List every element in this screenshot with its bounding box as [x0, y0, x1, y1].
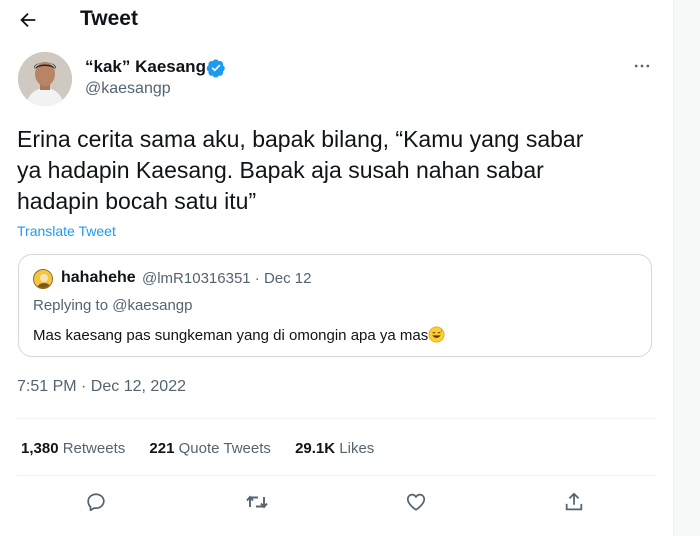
- share-button[interactable]: [561, 489, 587, 515]
- verified-badge-icon: [206, 59, 225, 78]
- like-icon: [406, 493, 426, 511]
- share-icon: [565, 492, 583, 511]
- author-display-name[interactable]: “kak” Kaesang: [85, 57, 206, 77]
- quote-tweets-label: Quote Tweets: [178, 440, 271, 457]
- engagement-stats: 1,380 Retweets 221 Quote Tweets 29.1K Li…: [21, 440, 394, 457]
- retweet-button[interactable]: [244, 489, 270, 515]
- retweets-label: Retweets: [62, 440, 126, 457]
- quote-tweets-count: 221: [149, 440, 175, 457]
- quoted-avatar-image: [34, 270, 52, 288]
- divider: [17, 418, 656, 419]
- more-icon: [634, 64, 650, 68]
- reply-icon: [87, 493, 105, 512]
- divider: [17, 475, 656, 476]
- quoted-tweet[interactable]: hahahehe @lmR10316351 · Dec 12 Replying …: [18, 254, 652, 357]
- sweat-smile-emoji: [428, 326, 445, 343]
- like-button[interactable]: [403, 489, 429, 515]
- tweet-timestamp[interactable]: 7:51 PM · Dec 12, 2022: [17, 378, 186, 396]
- author-avatar[interactable]: [18, 52, 72, 106]
- tweet-header: Tweet: [0, 0, 673, 40]
- tweet-text: Erina cerita sama aku, bapak bilang, “Ka…: [17, 126, 584, 214]
- quoted-avatar: [33, 269, 53, 289]
- likes-label: Likes: [339, 440, 375, 457]
- avatar-photo: [18, 52, 72, 106]
- retweets-count: 1,380: [21, 440, 59, 457]
- back-arrow-icon: [20, 12, 36, 28]
- quote-tweets-stat[interactable]: 221 Quote Tweets: [149, 440, 270, 457]
- page-title: Tweet: [80, 7, 138, 30]
- likes-stat[interactable]: 29.1K Likes: [295, 440, 374, 457]
- more-options-button[interactable]: [628, 52, 656, 80]
- scroll-gutter: [673, 0, 700, 536]
- quoted-text-content: Mas kaesang pas sungkeman yang di omongi…: [33, 327, 429, 344]
- quoted-handle-date: @lmR10316351 · Dec 12: [142, 270, 312, 287]
- quoted-display-name: hahahehe: [61, 269, 136, 286]
- quoted-text: Mas kaesang pas sungkeman yang di omongi…: [33, 326, 445, 344]
- likes-count: 29.1K: [295, 440, 336, 457]
- retweet-icon: [246, 495, 268, 509]
- translate-tweet-link[interactable]: Translate Tweet: [17, 223, 116, 239]
- quoted-replying-to: Replying to @kaesangp: [33, 297, 193, 314]
- retweets-stat[interactable]: 1,380 Retweets: [21, 440, 125, 457]
- reply-button[interactable]: [83, 489, 109, 515]
- back-button[interactable]: [14, 6, 42, 34]
- author-handle[interactable]: @kaesangp: [85, 80, 171, 98]
